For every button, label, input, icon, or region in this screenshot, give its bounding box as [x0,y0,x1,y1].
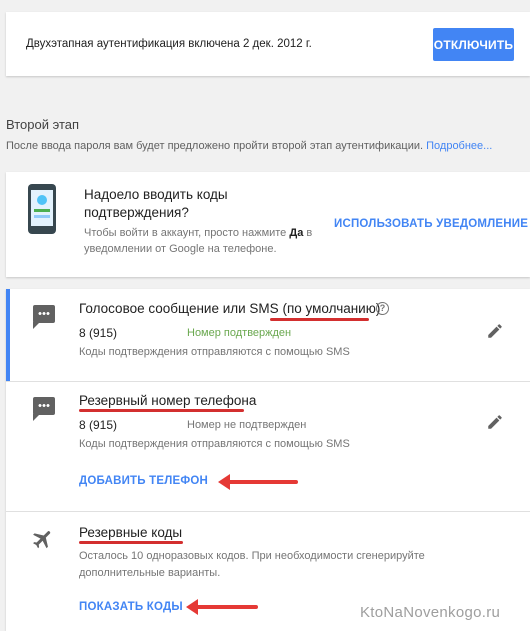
show-codes-button[interactable]: ПОКАЗАТЬ КОДЫ [79,601,183,613]
notification-title-line2: подтверждения? [84,205,189,220]
annotation-arrow [186,599,258,615]
voice-sms-title-text: Голосовое сообщение или SMS [79,301,279,316]
watermark: KtoNaNovenkogo.ru [360,604,501,621]
backup-phone-status: Номер не подтвержден [187,419,307,431]
section-description: После ввода пароля вам будет предложено … [6,140,492,152]
airplane-icon [33,531,51,549]
disable-button[interactable]: ОТКЛЮЧИТЬ [433,28,514,61]
backup-phone-note: Коды подтверждения отправляются с помощь… [79,438,350,450]
annotation-underline [79,541,183,544]
pencil-icon[interactable] [486,413,504,431]
backup-codes-note-line2: дополнительные варианты. [79,567,221,579]
annotation-underline [270,318,369,321]
notification-desc-part1: Чтобы войти в аккаунт, просто нажмите [84,227,287,239]
divider [6,511,530,512]
chat-icon [33,305,55,329]
selected-indicator [6,289,10,381]
chat-icon [33,397,55,421]
annotation-arrow [218,474,298,490]
notification-desc-bold: Да [289,227,304,239]
backup-codes-note-line1: Осталось 10 одноразовых кодов. При необх… [79,550,425,562]
more-link[interactable]: Подробнее... [426,140,492,152]
add-phone-button[interactable]: ДОБАВИТЬ ТЕЛЕФОН [79,475,208,487]
backup-phone-number: 8 (915) [79,418,118,432]
backup-phone-title: Резервный номер телефона [79,393,257,408]
notification-desc-line2: уведомлении от Google на телефоне. [84,243,277,255]
notification-title: Надоело вводить коды подтверждения? [84,186,228,222]
voice-sms-status: Номер подтвержден [187,327,292,339]
section-heading: Второй этап [6,117,80,132]
use-notification-button[interactable]: ИСПОЛЬЗОВАТЬ УВЕДОМЛЕНИЕ [334,218,528,230]
voice-sms-phone: 8 (915) [79,326,118,340]
annotation-underline [79,409,244,412]
section-description-text: После ввода пароля вам будет предложено … [6,140,424,152]
backup-codes-title: Резервные коды [79,525,183,540]
backup-codes-note: Осталось 10 одноразовых кодов. При необх… [79,548,425,582]
divider [6,381,530,382]
status-card: Двухэтапная аутентификация включена 2 де… [6,12,530,76]
voice-sms-note: Коды подтверждения отправляются с помощь… [79,346,350,358]
default-tag: (по умолчанию) [282,301,381,316]
notification-title-line1: Надоело вводить коды [84,187,228,202]
pencil-icon[interactable] [486,322,504,340]
notification-desc-part2: в [306,227,313,239]
phone-icon [28,184,56,234]
help-circle-icon[interactable]: ? [376,302,389,315]
notification-card: Надоело вводить коды подтверждения? Чтоб… [6,172,530,277]
status-text: Двухэтапная аутентификация включена 2 де… [26,38,312,50]
voice-sms-title: Голосовое сообщение или SMS (по умолчани… [79,301,380,316]
notification-description: Чтобы войти в аккаунт, просто нажмите Да… [84,225,312,257]
